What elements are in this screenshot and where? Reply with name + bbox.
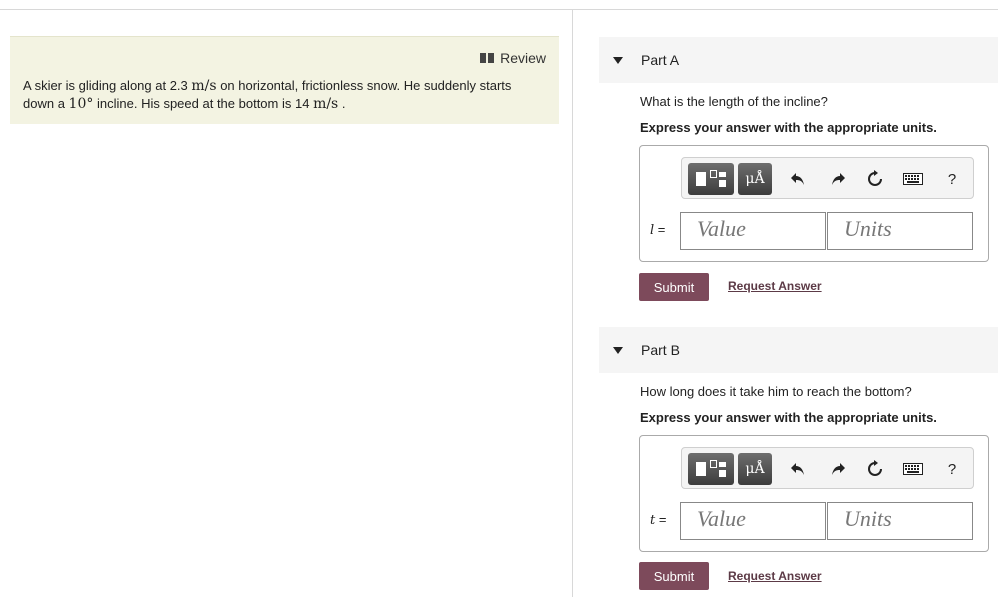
part-a-answer-box: μÅ ? l = Value Units	[639, 145, 989, 262]
panel-divider	[572, 10, 573, 597]
value-input[interactable]: Value	[680, 212, 826, 250]
help-button[interactable]: ?	[942, 459, 962, 479]
part-a-header[interactable]: Part A	[599, 37, 998, 83]
units-input[interactable]: Units	[827, 502, 973, 540]
incline-angle: 10°	[68, 96, 94, 112]
part-b-variable-label: t =	[650, 512, 666, 528]
math-toolbar: μÅ ?	[681, 447, 974, 489]
speed-unit: m/s	[313, 96, 339, 112]
problem-text-part: A skier is gliding along at 2.3	[23, 78, 192, 93]
part-a-submit-button[interactable]: Submit	[639, 273, 709, 301]
keyboard-icon[interactable]	[903, 169, 923, 189]
part-a-instruction: Express your answer with the appropriate…	[640, 120, 937, 135]
part-b-question: How long does it take him to reach the b…	[640, 384, 912, 399]
speed-unit: m/s	[191, 78, 217, 94]
part-b-request-answer-link[interactable]: Request Answer	[728, 569, 822, 583]
part-b-header[interactable]: Part B	[599, 327, 998, 373]
part-a-request-answer-link[interactable]: Request Answer	[728, 279, 822, 293]
templates-icon[interactable]	[688, 453, 734, 485]
review-label: Review	[500, 50, 546, 66]
math-toolbar: μÅ ?	[681, 157, 974, 199]
part-a-title: Part A	[641, 52, 680, 68]
units-input[interactable]: Units	[827, 212, 973, 250]
problem-panel: Review A skier is gliding along at 2.3 m…	[10, 36, 559, 124]
caret-down-icon[interactable]	[613, 56, 623, 64]
reset-icon[interactable]	[865, 169, 885, 189]
equals-sign: =	[654, 222, 666, 237]
problem-text-part: .	[338, 96, 346, 111]
help-button[interactable]: ?	[942, 169, 962, 189]
review-link[interactable]: Review	[480, 50, 546, 66]
top-border	[0, 9, 998, 10]
templates-icon[interactable]	[688, 163, 734, 195]
part-a-question: What is the length of the incline?	[640, 94, 828, 109]
redo-icon[interactable]	[828, 169, 848, 189]
redo-icon[interactable]	[828, 459, 848, 479]
undo-icon[interactable]	[788, 169, 808, 189]
value-input[interactable]: Value	[680, 502, 826, 540]
problem-text-part: incline. His speed at the bottom is 14	[93, 96, 314, 111]
part-b-answer-box: μÅ ? t = Value Units	[639, 435, 989, 552]
undo-icon[interactable]	[788, 459, 808, 479]
part-a-variable-label: l =	[650, 222, 665, 238]
reset-icon[interactable]	[865, 459, 885, 479]
part-b-instruction: Express your answer with the appropriate…	[640, 410, 937, 425]
units-button[interactable]: μÅ	[738, 453, 772, 485]
units-button[interactable]: μÅ	[738, 163, 772, 195]
part-b-submit-button[interactable]: Submit	[639, 562, 709, 590]
equals-sign: =	[655, 512, 667, 527]
caret-down-icon[interactable]	[613, 346, 623, 354]
keyboard-icon[interactable]	[903, 459, 923, 479]
book-icon	[480, 53, 495, 63]
part-b-title: Part B	[641, 342, 680, 358]
problem-text: A skier is gliding along at 2.3 m/s on h…	[23, 77, 533, 113]
